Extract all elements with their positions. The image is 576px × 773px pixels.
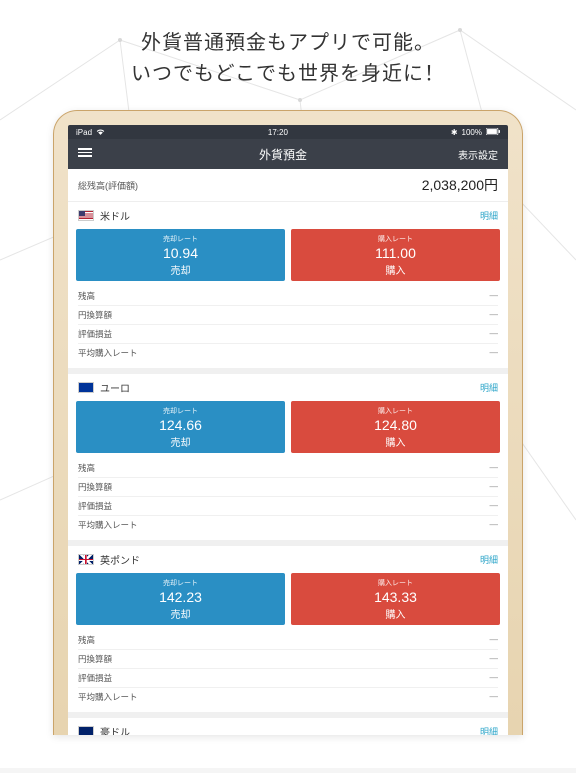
row-balance: 残高— <box>78 459 498 478</box>
sell-button[interactable]: 売却レート 142.23 売却 <box>76 573 285 625</box>
row-pl: 評価損益— <box>78 497 498 516</box>
total-balance-bar: 総残高(評価額) 2,038,200円 <box>68 169 508 202</box>
display-settings-button[interactable]: 表示設定 <box>438 147 498 162</box>
sell-button[interactable]: 売却レート 124.66 売却 <box>76 401 285 453</box>
row-avg: 平均購入レート— <box>78 344 498 362</box>
content-area: 総残高(評価額) 2,038,200円 米ドル 明細 売却レート 10.94 売… <box>68 169 508 735</box>
promo-line-1: 外貨普通預金もアプリで可能。 <box>20 28 556 59</box>
buy-action-label: 購入 <box>291 262 500 277</box>
row-avg: 平均購入レート— <box>78 516 498 534</box>
currency-card: 米ドル 明細 売却レート 10.94 売却 購入レート 111.00 購入 残高… <box>68 202 508 374</box>
row-balance: 残高— <box>78 287 498 306</box>
screen: iPad 17:20 ✱ 100% 外貨預金 表示設定 <box>68 125 508 735</box>
total-amount: 2,038,200円 <box>422 175 498 195</box>
currency-name: 米ドル <box>100 208 130 223</box>
status-bar: iPad 17:20 ✱ 100% <box>68 125 508 139</box>
flag-icon <box>78 554 94 565</box>
buy-rate-value: 111.00 <box>291 245 500 261</box>
buy-button[interactable]: 購入レート 124.80 購入 <box>291 401 500 453</box>
detail-link[interactable]: 明細 <box>480 381 498 394</box>
carrier-label: iPad <box>76 128 92 137</box>
currency-card: ユーロ 明細 売却レート 124.66 売却 購入レート 124.80 購入 残… <box>68 374 508 546</box>
flag-icon <box>78 382 94 393</box>
detail-rows: 残高— 円換算額— 評価損益— 平均購入レート— <box>68 287 508 368</box>
row-pl: 評価損益— <box>78 669 498 688</box>
sell-action-label: 売却 <box>76 606 285 621</box>
buy-rate-label: 購入レート <box>291 234 500 244</box>
currency-card: 豪ドル 明細 売却レート 81.75 売却 購入レート 82.25 購入 残高— <box>68 718 508 735</box>
flag-icon <box>78 726 94 735</box>
row-jpy: 円換算額— <box>78 478 498 497</box>
detail-rows: 残高— 円換算額— 評価損益— 平均購入レート— <box>68 631 508 712</box>
currency-card: 英ポンド 明細 売却レート 142.23 売却 購入レート 143.33 購入 … <box>68 546 508 718</box>
currency-header: 米ドル 明細 <box>68 202 508 229</box>
sell-action-label: 売却 <box>76 434 285 449</box>
row-balance: 残高— <box>78 631 498 650</box>
sell-button[interactable]: 売却レート 10.94 売却 <box>76 229 285 281</box>
row-jpy: 円換算額— <box>78 650 498 669</box>
promo-text: 外貨普通預金もアプリで可能。 いつでもどこでも世界を身近に！ <box>0 0 576 110</box>
sell-rate-label: 売却レート <box>76 406 285 416</box>
battery-percent: 100% <box>462 128 482 137</box>
row-pl: 評価損益— <box>78 325 498 344</box>
buy-rate-value: 143.33 <box>291 589 500 605</box>
tablet-frame: iPad 17:20 ✱ 100% 外貨預金 表示設定 <box>53 110 523 735</box>
buy-rate-value: 124.80 <box>291 417 500 433</box>
currency-header: 豪ドル 明細 <box>68 718 508 735</box>
page-title: 外貨預金 <box>128 146 438 163</box>
detail-link[interactable]: 明細 <box>480 209 498 222</box>
buy-action-label: 購入 <box>291 606 500 621</box>
detail-rows: 残高— 円換算額— 評価損益— 平均購入レート— <box>68 459 508 540</box>
nav-bar: 外貨預金 表示設定 <box>68 139 508 169</box>
sell-rate-label: 売却レート <box>76 234 285 244</box>
sell-rate-value: 124.66 <box>76 417 285 433</box>
flag-icon <box>78 210 94 221</box>
menu-icon[interactable] <box>78 146 92 159</box>
battery-icon <box>486 128 500 137</box>
currency-name: 英ポンド <box>100 552 140 567</box>
currency-name: 豪ドル <box>100 724 130 735</box>
sell-rate-label: 売却レート <box>76 578 285 588</box>
sell-rate-value: 10.94 <box>76 245 285 261</box>
detail-link[interactable]: 明細 <box>480 553 498 566</box>
statusbar-time: 17:20 <box>105 128 451 137</box>
row-avg: 平均購入レート— <box>78 688 498 706</box>
currency-header: 英ポンド 明細 <box>68 546 508 573</box>
buy-rate-label: 購入レート <box>291 578 500 588</box>
detail-link[interactable]: 明細 <box>480 725 498 735</box>
sell-rate-value: 142.23 <box>76 589 285 605</box>
bluetooth-icon: ✱ <box>451 128 458 137</box>
buy-button[interactable]: 購入レート 143.33 購入 <box>291 573 500 625</box>
buy-action-label: 購入 <box>291 434 500 449</box>
wifi-icon <box>96 128 105 137</box>
sell-action-label: 売却 <box>76 262 285 277</box>
promo-line-2: いつでもどこでも世界を身近に！ <box>20 59 556 90</box>
total-label: 総残高(評価額) <box>78 179 138 192</box>
row-jpy: 円換算額— <box>78 306 498 325</box>
buy-rate-label: 購入レート <box>291 406 500 416</box>
currency-header: ユーロ 明細 <box>68 374 508 401</box>
currency-name: ユーロ <box>100 380 130 395</box>
buy-button[interactable]: 購入レート 111.00 購入 <box>291 229 500 281</box>
